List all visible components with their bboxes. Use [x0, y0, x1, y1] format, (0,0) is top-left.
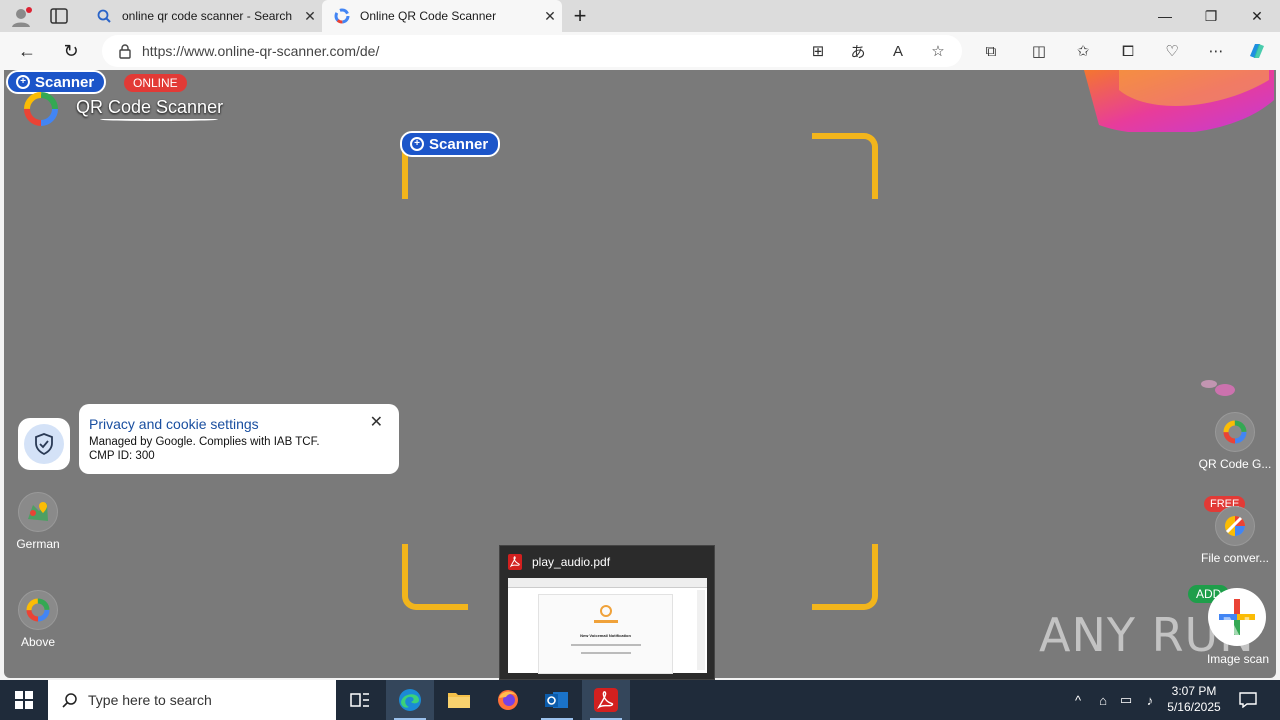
- decorative-gradient: [1079, 70, 1276, 135]
- above-button[interactable]: [18, 590, 58, 630]
- edge-icon: [399, 689, 421, 711]
- qr-generator-icon: [1223, 420, 1247, 444]
- favorite-star-icon[interactable]: ☆: [925, 38, 951, 64]
- tab-label: Online QR Code Scanner: [360, 9, 497, 23]
- file-converter-icon: [1225, 516, 1245, 536]
- scan-frame-corner-tr: [812, 133, 878, 199]
- qr-generator-button[interactable]: [1215, 412, 1255, 452]
- tab-actions-icon[interactable]: [50, 8, 68, 24]
- preview-title: play_audio.pdf: [508, 554, 610, 570]
- more-menu-icon[interactable]: ⋯: [1203, 38, 1229, 64]
- taskbar-outlook[interactable]: [533, 680, 581, 720]
- firefox-icon: [498, 690, 518, 710]
- preview-doc-heading: New Voicemail Notification: [580, 633, 631, 638]
- close-window-icon[interactable]: ✕: [1234, 0, 1280, 32]
- plus-icon: +: [410, 137, 424, 151]
- tab-qr-scanner[interactable]: Online QR Code Scanner ✕: [322, 0, 562, 32]
- taskbar-search[interactable]: Type here to search: [48, 680, 336, 720]
- language-label: German: [16, 537, 60, 551]
- browser-essentials-icon[interactable]: ♡: [1159, 38, 1185, 64]
- app-available-icon[interactable]: ⊞: [805, 38, 831, 64]
- preview-thumbnail: New Voicemail Notification: [508, 578, 707, 674]
- lock-icon[interactable]: [118, 43, 132, 59]
- language-button[interactable]: [18, 492, 58, 532]
- taskbar-acrobat[interactable]: [582, 680, 630, 720]
- show-hidden-icons[interactable]: ^: [1068, 690, 1088, 710]
- privacy-popup: Privacy and cookie settings Managed by G…: [79, 404, 399, 474]
- file-converter-label: File conver...: [1200, 551, 1270, 565]
- volume-icon[interactable]: ♪: [1140, 690, 1160, 710]
- taskbar-file-explorer[interactable]: [435, 680, 483, 720]
- restore-icon[interactable]: ❐: [1188, 0, 1234, 32]
- privacy-popup-line1: Managed by Google. Complies with IAB TCF…: [89, 436, 320, 448]
- scanner-center-badge[interactable]: + Scanner: [400, 131, 501, 157]
- privacy-popup-line2: CMP ID: 300: [89, 450, 155, 462]
- extensions-icon[interactable]: ⧉: [978, 38, 1004, 64]
- decorative-heart-icon: [1197, 378, 1237, 398]
- shield-check-icon: [35, 433, 53, 455]
- collections-icon[interactable]: ⧠: [1115, 38, 1141, 64]
- anyrun-watermark: ANY RUN: [1039, 608, 1255, 662]
- close-tab-icon[interactable]: ✕: [538, 8, 562, 25]
- refresh-icon[interactable]: ↻: [56, 36, 86, 66]
- folder-icon: [448, 693, 470, 708]
- windows-taskbar: Type here to search ^ ⌂ ▭ ♪ 3:07 PM 5/16…: [0, 680, 1280, 720]
- read-aloud-icon[interactable]: A: [885, 38, 911, 64]
- plus-icon: +: [16, 75, 30, 89]
- close-tab-icon[interactable]: ✕: [298, 8, 322, 25]
- copilot-icon[interactable]: [1244, 38, 1270, 64]
- address-bar[interactable]: https://www.online-qr-scanner.com/de/: [102, 35, 962, 67]
- file-converter-button[interactable]: [1215, 506, 1255, 546]
- clock-time: 3:07 PM: [1171, 684, 1217, 698]
- search-icon: [62, 692, 78, 708]
- start-button[interactable]: [0, 680, 48, 720]
- site-title[interactable]: QR Code Scanner: [76, 97, 223, 118]
- preview-title-text: play_audio.pdf: [532, 555, 611, 569]
- outlook-icon: [545, 692, 568, 708]
- profile-icon[interactable]: [10, 6, 32, 28]
- url-text: https://www.online-qr-scanner.com/de/: [142, 43, 380, 59]
- qr-scanner-favicon-icon: [334, 8, 350, 24]
- windows-logo-icon: [15, 691, 33, 709]
- network-icon[interactable]: ▭: [1116, 690, 1136, 710]
- browser-toolbar: ← ↻ https://www.online-qr-scanner.com/de…: [0, 32, 1280, 70]
- minimize-icon[interactable]: —: [1142, 0, 1188, 32]
- notifications-icon[interactable]: [1238, 690, 1258, 710]
- new-tab-button[interactable]: +: [568, 2, 592, 30]
- online-badge: ONLINE: [124, 74, 187, 92]
- scan-frame-corner-bl: [402, 544, 468, 610]
- taskbar-edge[interactable]: [386, 680, 434, 720]
- back-icon[interactable]: ←: [12, 36, 42, 66]
- clock-date: 5/16/2025: [1167, 700, 1221, 714]
- tab-search[interactable]: online qr code scanner - Search ✕: [84, 0, 322, 32]
- site-logo-icon[interactable]: [22, 90, 60, 128]
- google-logo-icon: [26, 598, 50, 622]
- pdf-icon: [508, 554, 522, 570]
- scanner-badge-label: Scanner: [35, 73, 95, 91]
- close-icon[interactable]: ✕: [370, 412, 383, 432]
- above-label: Above: [20, 635, 56, 649]
- browser-title-bar: online qr code scanner - Search ✕ Online…: [0, 0, 1280, 32]
- taskbar-thumbnail-preview[interactable]: play_audio.pdf New Voicemail Notificatio…: [499, 545, 715, 680]
- title-underline: [100, 118, 218, 121]
- privacy-settings-button[interactable]: [18, 418, 70, 470]
- translate-icon[interactable]: あ: [845, 38, 871, 64]
- taskbar-clock[interactable]: 3:07 PM 5/16/2025: [1162, 683, 1226, 715]
- privacy-popup-title[interactable]: Privacy and cookie settings: [89, 416, 387, 432]
- device-icon[interactable]: ⌂: [1093, 690, 1113, 710]
- scanner-center-label: Scanner: [429, 135, 489, 153]
- scan-frame-corner-br: [812, 544, 878, 610]
- taskbar-search-placeholder: Type here to search: [88, 692, 212, 708]
- qr-generator-label: QR Code G...: [1198, 457, 1272, 471]
- taskbar-firefox[interactable]: [484, 680, 532, 720]
- acrobat-icon: [594, 688, 618, 712]
- map-pin-icon: [28, 502, 48, 521]
- tab-label: online qr code scanner - Search: [122, 9, 293, 23]
- search-icon: [96, 8, 112, 24]
- split-screen-icon[interactable]: ◫: [1026, 38, 1052, 64]
- favorites-icon[interactable]: ✩: [1070, 38, 1096, 64]
- task-view-button[interactable]: [336, 680, 384, 720]
- task-view-icon: [350, 693, 369, 707]
